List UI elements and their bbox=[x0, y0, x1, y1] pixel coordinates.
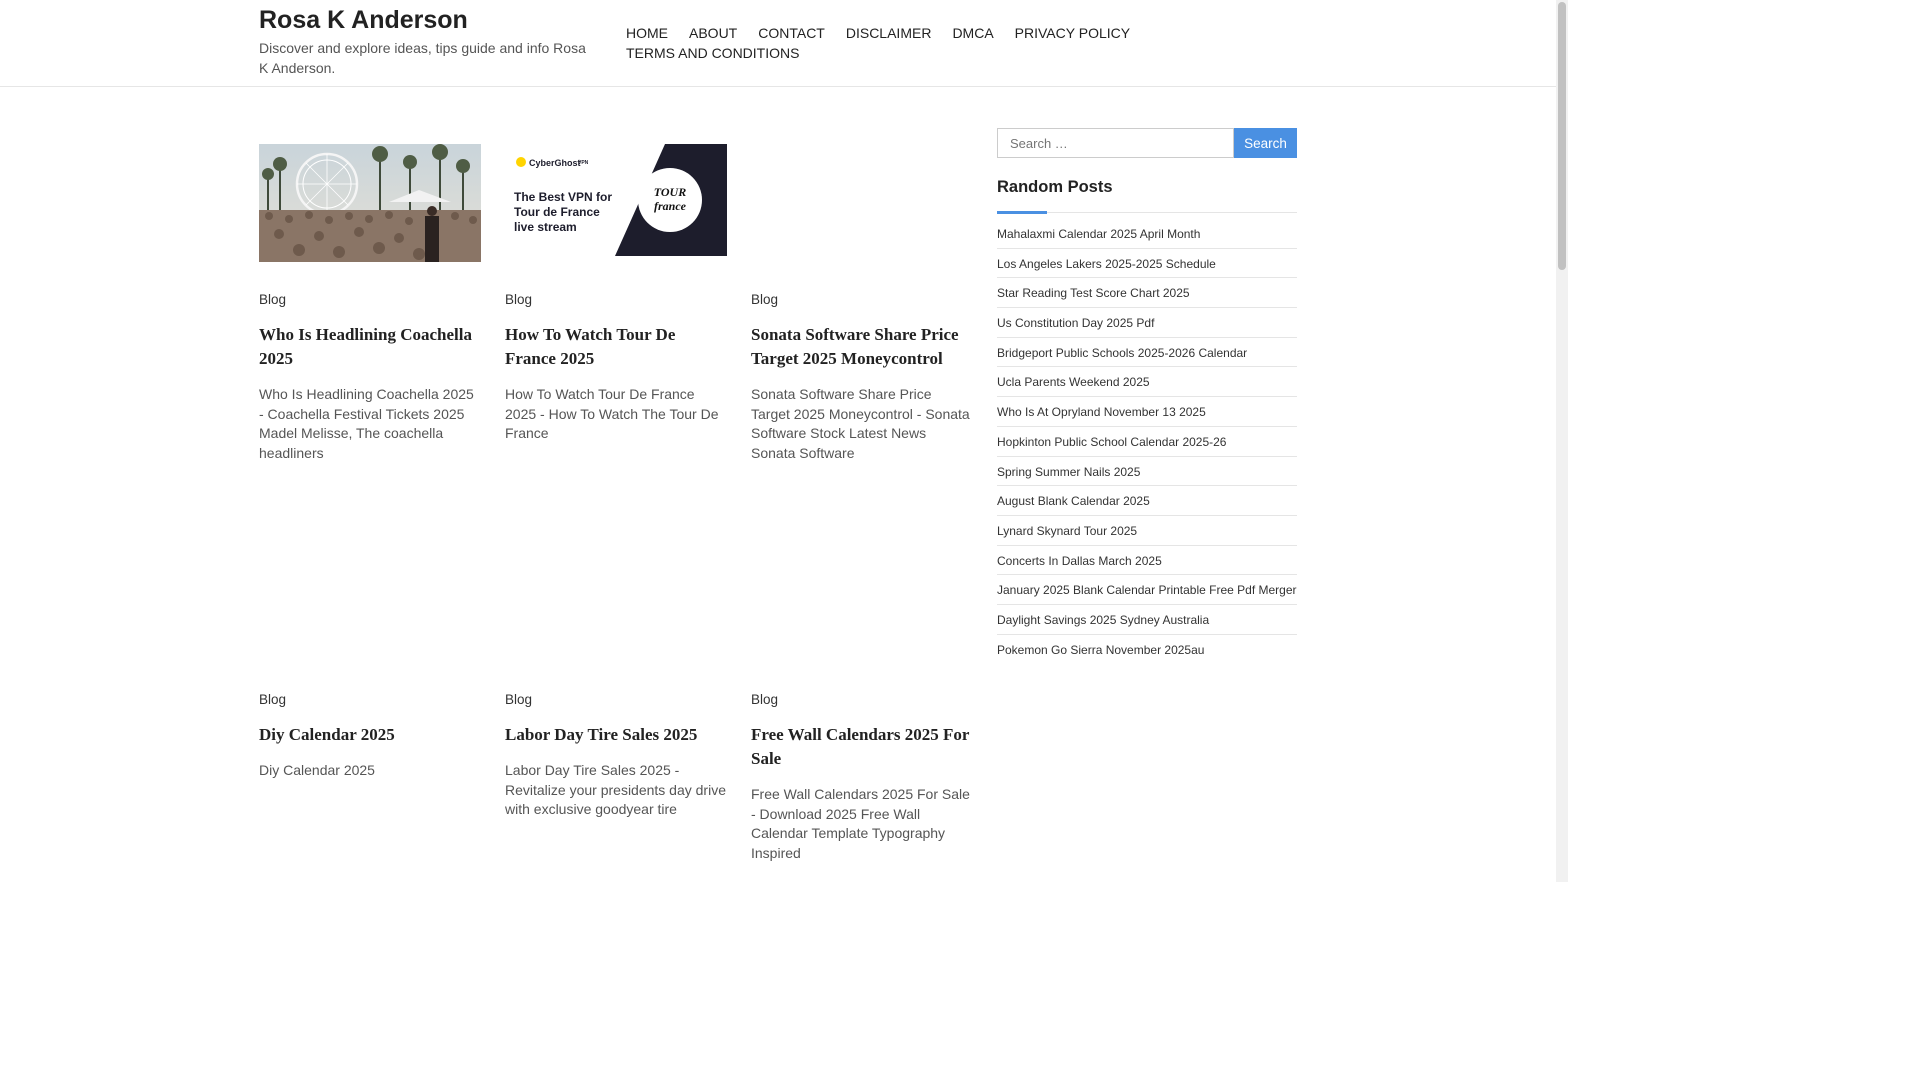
post-excerpt: Free Wall Calendars 2025 For Sale - Down… bbox=[751, 786, 970, 861]
random-post-link[interactable]: Concerts In Dallas March 2025 bbox=[997, 554, 1162, 568]
post-card bbox=[259, 144, 481, 262]
list-item: Concerts In Dallas March 2025 bbox=[997, 546, 1297, 576]
list-item: January 2025 Blank Calendar Printable Fr… bbox=[997, 575, 1297, 605]
main-nav: HOME ABOUT CONTACT DISCLAIMER DMCA PRIVACY PO… bbox=[626, 23, 1186, 63]
random-posts-title: Random Posts bbox=[997, 178, 1113, 196]
random-post-link[interactable]: Daylight Savings 2025 Sydney Australia bbox=[997, 613, 1209, 627]
post-category-link[interactable]: Blog bbox=[751, 692, 973, 707]
post-content: Blog Free Wall Calendars 2025 For Sale F… bbox=[751, 692, 973, 863]
random-post-link[interactable]: Lynard Skynard Tour 2025 bbox=[997, 524, 1137, 538]
post-category-link[interactable]: Blog bbox=[259, 692, 481, 707]
list-item: Us Constitution Day 2025 Pdf bbox=[997, 308, 1297, 338]
list-item: Daylight Savings 2025 Sydney Australia bbox=[997, 605, 1297, 635]
post-excerpt: Sonata Software Share Price Target 2025 … bbox=[751, 386, 970, 461]
list-item: Star Reading Test Score Chart 2025 bbox=[997, 278, 1297, 309]
nav-privacy-policy[interactable]: PRIVACY POLICY bbox=[1015, 25, 1130, 41]
post-excerpt: How To Watch Tour De France 2025 - How T… bbox=[505, 386, 719, 441]
site-header: Rosa K Anderson Discover and explore ide… bbox=[0, 0, 1556, 87]
list-item: Bridgeport Public Schools 2025-2026 Cale… bbox=[997, 338, 1297, 368]
post-title[interactable]: Free Wall Calendars 2025 For Sale bbox=[751, 723, 973, 771]
random-post-link[interactable]: January 2025 Blank Calendar Printable Fr… bbox=[997, 583, 1297, 597]
post-excerpt: Diy Calendar 2025 bbox=[259, 762, 375, 778]
random-post-link[interactable]: August Blank Calendar 2025 bbox=[997, 494, 1150, 508]
random-post-link[interactable]: Us Constitution Day 2025 Pdf bbox=[997, 316, 1154, 330]
post-content: Blog How To Watch Tour De France 2025 Ho… bbox=[505, 292, 727, 444]
random-post-link[interactable]: Who Is At Opryland November 13 2025 bbox=[997, 405, 1206, 419]
site-title[interactable]: Rosa K Anderson bbox=[259, 6, 468, 35]
scrollbar-thumb[interactable] bbox=[1558, 2, 1566, 270]
random-post-link[interactable]: Hopkinton Public School Calendar 2025-26 bbox=[997, 435, 1226, 449]
post-title[interactable]: Labor Day Tire Sales 2025 bbox=[505, 723, 727, 747]
list-item: Who Is At Opryland November 13 2025 bbox=[997, 397, 1297, 427]
post-excerpt: Who Is Headlining Coachella 2025 - Coach… bbox=[259, 386, 474, 461]
post-thumbnail[interactable]: TOUR france CyberGhost VPN The Best VPN … bbox=[505, 144, 727, 256]
random-post-link[interactable]: Bridgeport Public Schools 2025-2026 Cale… bbox=[997, 346, 1247, 360]
nav-disclaimer[interactable]: DISCLAIMER bbox=[846, 25, 932, 41]
list-item: Los Angeles Lakers 2025-2025 Schedule bbox=[997, 249, 1297, 279]
list-item: Spring Summer Nails 2025 bbox=[997, 457, 1297, 487]
random-post-link[interactable]: Ucla Parents Weekend 2025 bbox=[997, 375, 1150, 389]
post-category-link[interactable]: Blog bbox=[259, 292, 481, 307]
svg-text:TOUR: TOUR bbox=[654, 185, 686, 199]
random-post-link[interactable]: Los Angeles Lakers 2025-2025 Schedule bbox=[997, 257, 1216, 271]
list-item: Ucla Parents Weekend 2025 bbox=[997, 367, 1297, 398]
post-content: Blog Who Is Headlining Coachella 2025 Wh… bbox=[259, 292, 481, 463]
post-title[interactable]: How To Watch Tour De France 2025 bbox=[505, 323, 727, 371]
svg-text:Tour de France: Tour de France bbox=[514, 205, 600, 219]
random-post-link[interactable]: Star Reading Test Score Chart 2025 bbox=[997, 286, 1190, 300]
svg-text:live stream: live stream bbox=[514, 220, 577, 234]
svg-text:france: france bbox=[654, 199, 687, 213]
nav-about[interactable]: ABOUT bbox=[689, 25, 737, 41]
list-item: Hopkinton Public School Calendar 2025-26 bbox=[997, 427, 1297, 457]
site-description: Discover and explore ideas, tips guide a… bbox=[259, 40, 586, 76]
nav-terms[interactable]: TERMS AND CONDITIONS bbox=[626, 45, 799, 61]
svg-text:The Best VPN for: The Best VPN for bbox=[514, 190, 612, 204]
list-item: August Blank Calendar 2025 bbox=[997, 486, 1297, 516]
random-post-link[interactable]: Mahalaxmi Calendar 2025 April Month bbox=[997, 227, 1200, 241]
list-item: Lynard Skynard Tour 2025 bbox=[997, 516, 1297, 546]
post-title[interactable]: Who Is Headlining Coachella 2025 bbox=[259, 323, 481, 371]
svg-text:VPN: VPN bbox=[578, 160, 589, 166]
festival-crowd-image bbox=[259, 144, 481, 262]
post-category-link[interactable]: Blog bbox=[505, 292, 727, 307]
post-title[interactable]: Diy Calendar 2025 bbox=[259, 723, 481, 747]
search-form: Search bbox=[997, 128, 1297, 158]
random-post-link[interactable]: Pokemon Go Sierra November 2025au bbox=[997, 643, 1204, 657]
post-category-link[interactable]: Blog bbox=[505, 692, 727, 707]
post-excerpt: Labor Day Tire Sales 2025 - Revitalize y… bbox=[505, 762, 726, 817]
post-content: Blog Sonata Software Share Price Target … bbox=[751, 292, 973, 463]
random-post-link[interactable]: Spring Summer Nails 2025 bbox=[997, 465, 1140, 479]
search-input[interactable] bbox=[997, 128, 1234, 158]
post-card: TOUR france CyberGhost VPN The Best VPN … bbox=[505, 144, 727, 256]
post-category-link[interactable]: Blog bbox=[751, 292, 973, 307]
nav-dmca[interactable]: DMCA bbox=[952, 25, 993, 41]
vertical-scrollbar[interactable] bbox=[1556, 0, 1568, 882]
svg-text:CyberGhost: CyberGhost bbox=[529, 158, 581, 168]
search-button[interactable]: Search bbox=[1234, 128, 1297, 158]
list-item: Pokemon Go Sierra November 2025au bbox=[997, 635, 1297, 665]
random-posts-list: Mahalaxmi Calendar 2025 April Month Los … bbox=[997, 219, 1297, 664]
post-title[interactable]: Sonata Software Share Price Target 2025 … bbox=[751, 323, 973, 371]
nav-contact[interactable]: CONTACT bbox=[758, 25, 825, 41]
widget-title-underline bbox=[997, 211, 1047, 214]
post-content: Blog Labor Day Tire Sales 2025 Labor Day… bbox=[505, 692, 727, 820]
list-item: Mahalaxmi Calendar 2025 April Month bbox=[997, 219, 1297, 249]
post-content: Blog Diy Calendar 2025 Diy Calendar 2025 bbox=[259, 692, 481, 781]
vpn-promo-image: TOUR france CyberGhost VPN The Best VPN … bbox=[505, 144, 727, 256]
post-thumbnail[interactable] bbox=[259, 144, 481, 262]
nav-home[interactable]: HOME bbox=[626, 25, 668, 41]
